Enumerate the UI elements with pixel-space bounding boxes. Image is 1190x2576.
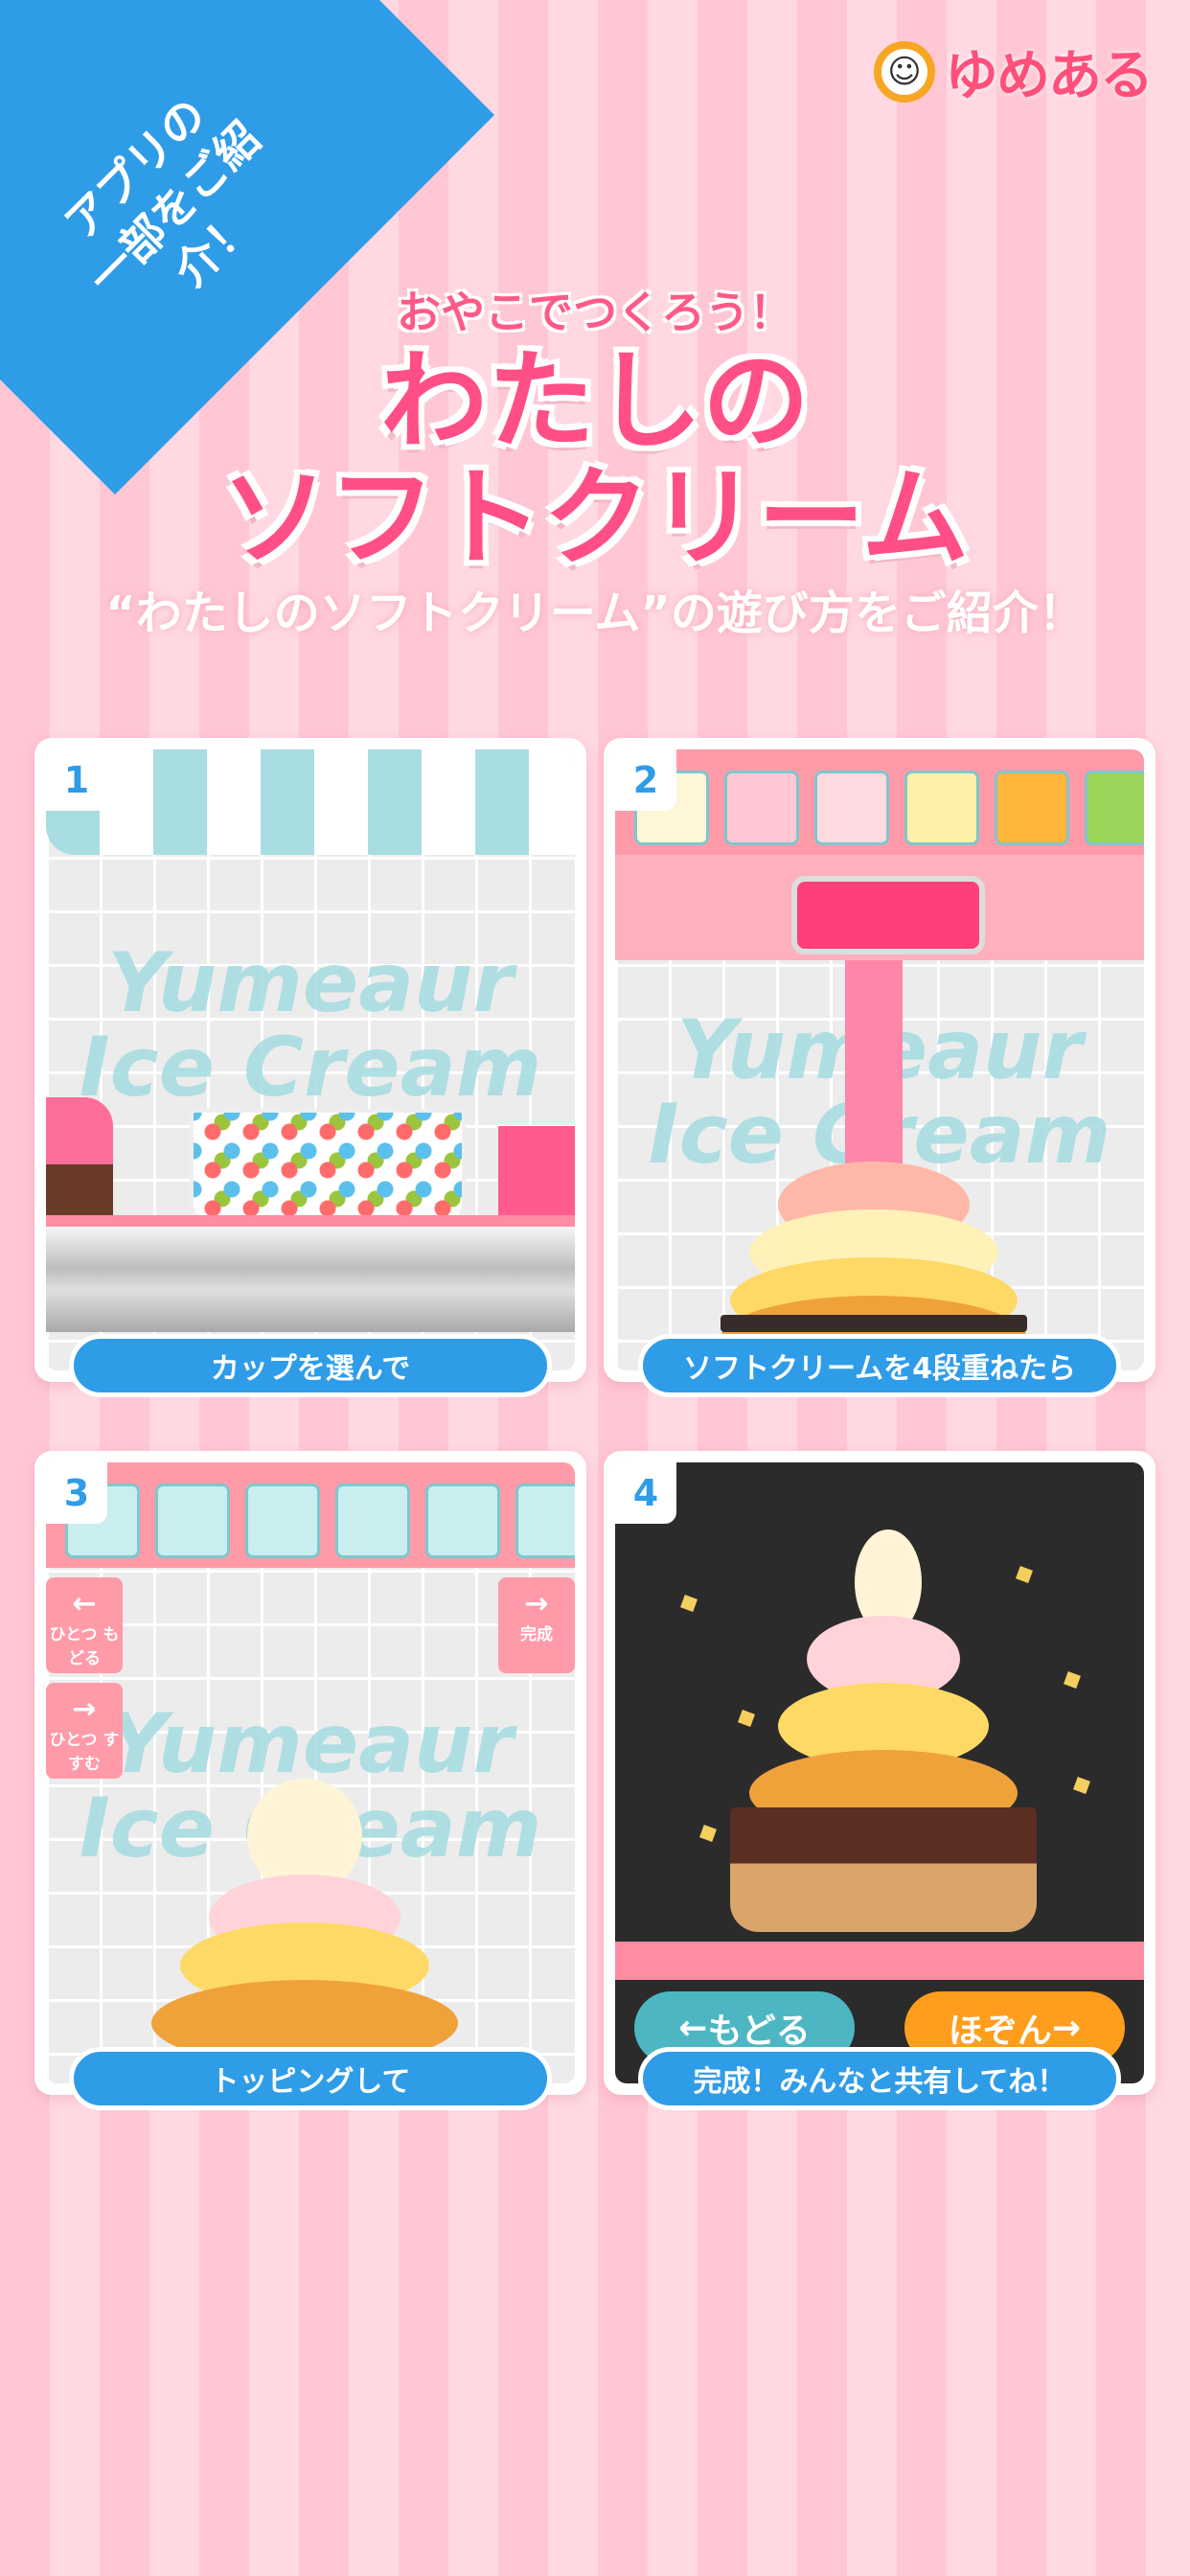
sprinkle-cone-option[interactable] xyxy=(46,1097,113,1231)
back-arrow-icon: ← xyxy=(678,2008,708,2048)
polka-dot-cup-option[interactable] xyxy=(190,1109,466,1231)
flavor-orange-option[interactable] xyxy=(995,770,1069,845)
flavor-lemon-option[interactable] xyxy=(904,770,979,845)
step-card-4: ← もどる ほぞん → 4 完成！みんなと共有してね！ xyxy=(604,1451,1156,2110)
brand-line1: Yumeaur xyxy=(107,1696,514,1792)
back-label: もどる xyxy=(707,2012,811,2051)
flavor-melon-option[interactable] xyxy=(1085,770,1144,845)
counter-shelf xyxy=(615,1942,1144,1980)
title-line-1: わたしの xyxy=(380,339,810,464)
undo-arrow-icon: ← xyxy=(72,1587,97,1621)
waffle-cup xyxy=(730,1807,1037,1932)
smiley-face-icon: ☺ xyxy=(874,40,935,103)
tagline: “わたしのソフトクリーム”の遊び方をご紹介！ xyxy=(105,586,1085,640)
undo-button[interactable]: ← ひとつ もどる xyxy=(46,1577,123,1673)
flavor-tray xyxy=(615,749,1144,855)
step-4-screenshot: ← もどる ほぞん → xyxy=(615,1462,1144,2083)
undo-label: ひとつ もどる xyxy=(49,1625,120,1668)
topping-nuts-option[interactable] xyxy=(515,1484,575,1558)
step-3-screenshot: Yumeaur Ice Cream ← ひとつ もどる → ひとつ すすむ → … xyxy=(46,1462,575,2083)
step-caption: 完成！みんなと共有してね！ xyxy=(638,2047,1121,2110)
topping-chocolate-option[interactable] xyxy=(245,1484,320,1558)
step-number: 1 xyxy=(46,749,107,811)
logo-text: ゆめある xyxy=(945,45,1154,107)
done-arrow-icon: → xyxy=(524,1587,549,1621)
step-caption: トッピングして xyxy=(69,2047,552,2110)
topping-stars-option[interactable] xyxy=(335,1484,410,1558)
machine-nozzle xyxy=(845,960,903,1171)
redo-arrow-icon: → xyxy=(72,1692,97,1726)
save-arrow-icon: → xyxy=(1051,2008,1082,2048)
shop-awning xyxy=(46,749,575,855)
serving-plate xyxy=(721,1315,1027,1332)
step-number: 4 xyxy=(615,1462,676,1524)
step-2-screenshot: Yumeaur Ice Cream xyxy=(615,749,1144,1370)
topping-hearts-option[interactable] xyxy=(425,1484,500,1558)
step-card-2: Yumeaur Ice Cream 2 ソフトクリームを4段重ねたら xyxy=(604,738,1156,1397)
counter-shelf xyxy=(46,1215,575,1332)
topping-sprinkles-option[interactable] xyxy=(155,1484,230,1558)
step-caption: カップを選んで xyxy=(69,1334,552,1397)
redo-button[interactable]: → ひとつ すすむ xyxy=(46,1683,123,1779)
step-number: 2 xyxy=(615,749,676,811)
title-block: おやこでつくろう！ わたしの ソフトクリーム xyxy=(0,278,1190,575)
topping-tray xyxy=(46,1462,575,1568)
step-caption: ソフトクリームを4段重ねたら xyxy=(638,1334,1121,1397)
step-card-3: Yumeaur Ice Cream ← ひとつ もどる → ひとつ すすむ → … xyxy=(34,1451,586,2110)
redo-label: ひとつ すすむ xyxy=(49,1731,120,1774)
app-logo: ☺ ゆめある xyxy=(874,33,1154,110)
flavor-peach-option[interactable] xyxy=(814,770,889,845)
dispense-button[interactable] xyxy=(791,876,985,954)
save-label: ほぞん xyxy=(948,2012,1052,2051)
step-card-1: Yumeaur Ice Cream 1 カップを選んで xyxy=(34,738,586,1397)
title-subtitle: おやこでつくろう！ xyxy=(397,287,793,338)
step-number: 3 xyxy=(46,1462,107,1524)
flavor-strawberry-option[interactable] xyxy=(724,770,799,845)
brand-line1: Yumeaur xyxy=(107,935,514,1031)
step-1-screenshot: Yumeaur Ice Cream xyxy=(46,749,575,1370)
title-line-2: ソフトクリーム xyxy=(220,456,970,581)
done-button[interactable]: → 完成 xyxy=(498,1577,575,1673)
brand-line2: Ice Cream xyxy=(79,1020,542,1116)
done-label: 完成 xyxy=(520,1625,553,1644)
brand-watermark: Yumeaur Ice Cream xyxy=(46,941,575,1110)
soft-serve-machine xyxy=(615,855,1144,960)
